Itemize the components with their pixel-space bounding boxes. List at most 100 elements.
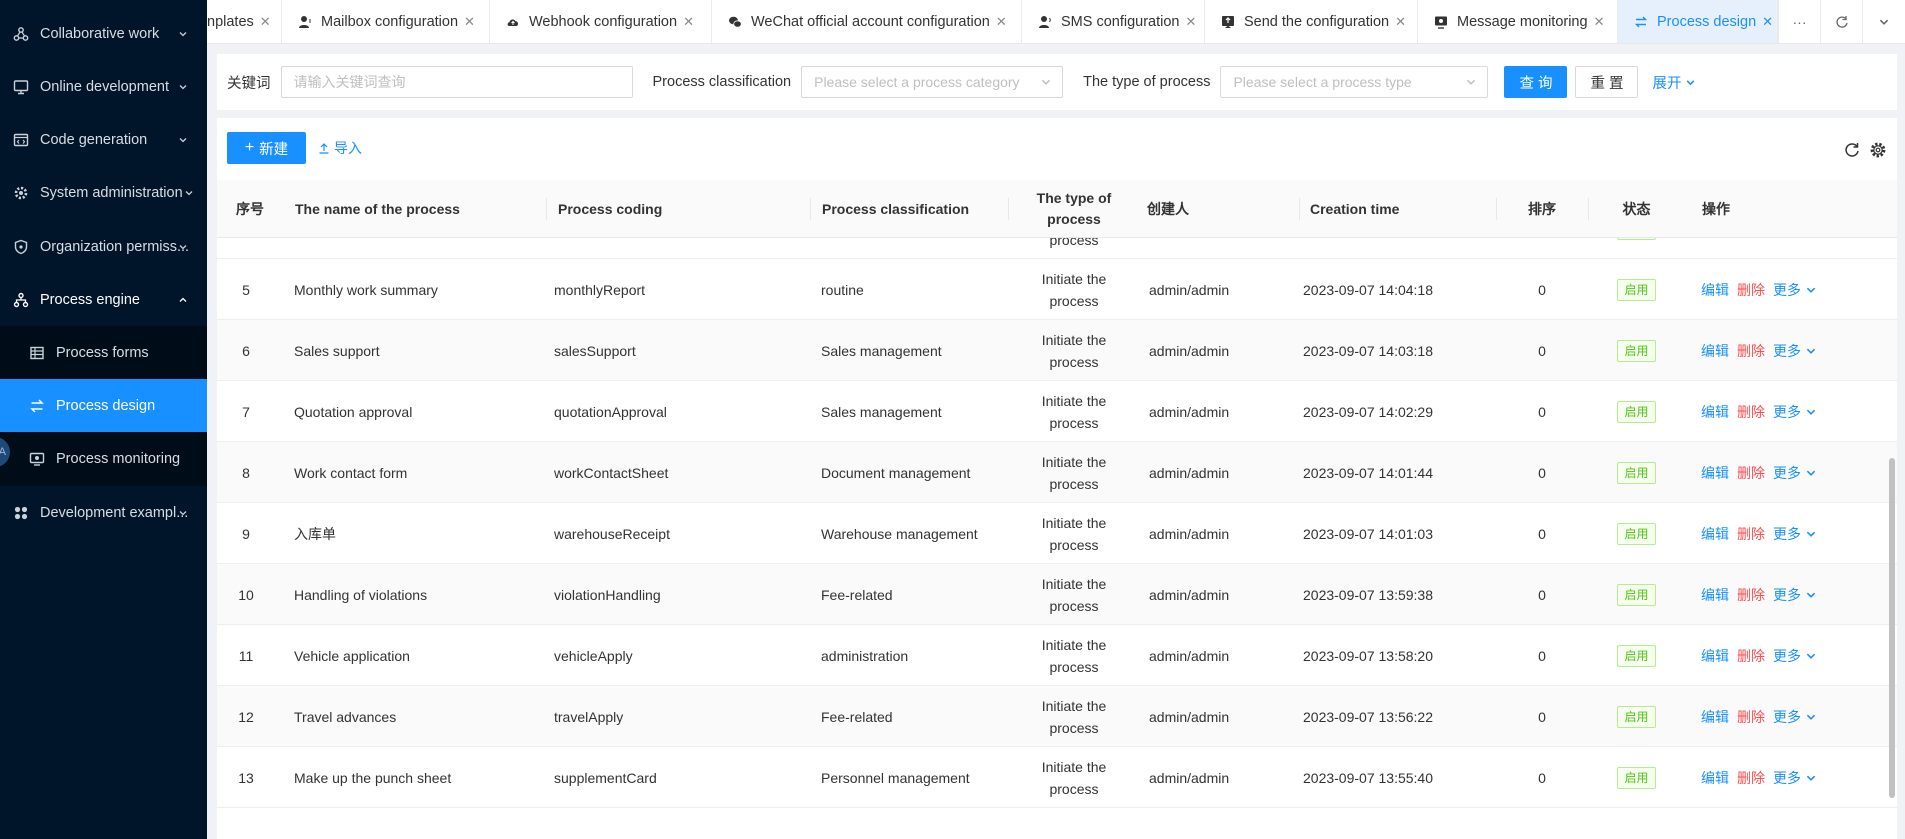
expand-link[interactable]: 展开: [1652, 72, 1696, 93]
delete-link[interactable]: 删除: [1737, 463, 1765, 483]
tab-templates[interactable]: nplates ✕: [207, 0, 282, 43]
import-button[interactable]: 导入: [318, 138, 362, 158]
cell-name: Make up the punch sheet: [294, 769, 452, 786]
tab-sms-configuration[interactable]: SMS configuration ✕: [1022, 0, 1205, 43]
cell-index: 6: [242, 342, 250, 359]
table-row[interactable]: 5 Monthly work summary monthlyReport routin…: [217, 259, 1897, 320]
close-icon[interactable]: ✕: [683, 14, 694, 30]
edit-link[interactable]: 编辑: [1701, 280, 1729, 300]
column-divider: [810, 198, 811, 220]
tab-process-design[interactable]: Process design ✕: [1618, 0, 1778, 43]
cell-type-line1: Initiate the: [1041, 758, 1107, 775]
more-dropdown[interactable]: 更多: [1773, 585, 1817, 605]
sidebar-item-process-monitoring[interactable]: Process monitoring: [0, 432, 207, 485]
edit-link[interactable]: 编辑: [1701, 707, 1729, 727]
more-dropdown[interactable]: 更多: [1773, 524, 1817, 544]
close-icon[interactable]: ✕: [1762, 14, 1773, 30]
tab-dropdown-button[interactable]: [1862, 0, 1904, 43]
delete-link[interactable]: 删除: [1737, 707, 1765, 727]
chevron-down-icon: [1042, 79, 1051, 85]
delete-link[interactable]: 删除: [1737, 646, 1765, 666]
more-dropdown[interactable]: 更多: [1773, 402, 1817, 422]
query-button[interactable]: 查 询: [1504, 66, 1568, 98]
sidebar-item-process-engine[interactable]: Process engine: [0, 273, 207, 326]
delete-link[interactable]: 删除: [1737, 238, 1765, 239]
tab-message-monitoring[interactable]: Message monitoring ✕: [1418, 0, 1618, 43]
close-icon[interactable]: ✕: [1185, 14, 1196, 30]
tab-more-button[interactable]: ···: [1778, 0, 1820, 43]
cell-type: Initiate the process: [1016, 564, 1132, 625]
more-dropdown[interactable]: 更多: [1773, 238, 1817, 239]
sidebar-item-development-examples[interactable]: Development exampl...: [0, 486, 207, 539]
tab-mailbox-configuration[interactable]: Mailbox configuration ✕: [282, 0, 490, 43]
more-icon: ···: [1792, 13, 1807, 30]
table-row[interactable]: 9 入库单 warehouseReceipt Warehouse management…: [217, 503, 1897, 564]
cell-type-line1: Initiate the: [1041, 331, 1107, 348]
cell-sort: 0: [1538, 281, 1546, 298]
cell-status: 启用: [1589, 259, 1684, 320]
cell-code: workContactSheet: [554, 464, 669, 481]
tab-webhook-configuration[interactable]: Webhook configuration ✕: [490, 0, 712, 43]
settings-icon[interactable]: [1869, 141, 1887, 159]
more-dropdown[interactable]: 更多: [1773, 707, 1817, 727]
cell-type-line1: Initiate the: [1041, 636, 1107, 653]
refresh-icon[interactable]: [1843, 141, 1861, 159]
header-status: 状态: [1622, 201, 1651, 217]
table-row[interactable]: 12 Travel advances travelApply Fee-related I…: [217, 686, 1897, 747]
header-sort: 排序: [1528, 201, 1556, 217]
tab-refresh-button[interactable]: [1820, 0, 1862, 43]
close-icon[interactable]: ✕: [996, 14, 1007, 30]
more-dropdown[interactable]: 更多: [1773, 646, 1817, 666]
table-row[interactable]: 10 Handling of violations violationHandlin…: [217, 564, 1897, 625]
sidebar-item-online-development[interactable]: Online development: [0, 60, 207, 113]
tab-send-the-configuration[interactable]: Send the configuration ✕: [1205, 0, 1418, 43]
table-scrollbar[interactable]: [1889, 458, 1895, 798]
cell-sort: 0: [1538, 708, 1546, 725]
sidebar-item-system-administration[interactable]: System administration: [0, 166, 207, 219]
tab-wechat-official-account-configuration[interactable]: WeChat official account configuration ✕: [712, 0, 1022, 43]
sidebar-item-code-generation[interactable]: Code generation: [0, 113, 207, 166]
table-row[interactable]: 6 Sales support salesSupport Sales manageme…: [217, 320, 1897, 381]
edit-link[interactable]: 编辑: [1701, 585, 1729, 605]
close-icon[interactable]: ✕: [464, 14, 475, 30]
classification-select[interactable]: Please select a process category: [801, 66, 1064, 98]
reset-button[interactable]: 重 置: [1575, 66, 1639, 98]
more-dropdown[interactable]: 更多: [1773, 768, 1817, 788]
table-row[interactable]: 8 Work contact form workContactSheet Docume…: [217, 442, 1897, 503]
sidebar-item-process-design[interactable]: Process design: [0, 379, 207, 432]
edit-link[interactable]: 编辑: [1701, 768, 1729, 788]
delete-link[interactable]: 删除: [1737, 341, 1765, 361]
delete-link[interactable]: 删除: [1737, 585, 1765, 605]
close-icon[interactable]: ✕: [260, 14, 271, 30]
edit-link[interactable]: 编辑: [1701, 524, 1729, 544]
sidebar-item-collaborative-work[interactable]: Collaborative work: [0, 7, 207, 60]
more-dropdown[interactable]: 更多: [1773, 463, 1817, 483]
delete-link[interactable]: 删除: [1737, 768, 1765, 788]
edit-link[interactable]: 编辑: [1701, 402, 1729, 422]
edit-link[interactable]: 编辑: [1701, 646, 1729, 666]
more-label: 更多: [1773, 708, 1801, 725]
chevron-down-icon: [1806, 653, 1816, 659]
edit-link[interactable]: 编辑: [1701, 341, 1729, 361]
edit-link[interactable]: 编辑: [1701, 463, 1729, 483]
new-button[interactable]: + 新建: [227, 132, 306, 164]
cell-type-line1: Initiate the: [1041, 270, 1107, 287]
delete-link[interactable]: 删除: [1737, 402, 1765, 422]
close-icon[interactable]: ✕: [1594, 14, 1605, 30]
keyword-input[interactable]: 请输入关键词查询: [280, 66, 633, 98]
more-label: 更多: [1773, 769, 1801, 786]
more-dropdown[interactable]: 更多: [1773, 341, 1817, 361]
table-row[interactable]: 13 Make up the punch sheet supplementCard P…: [217, 747, 1897, 808]
cell-created: 2023-09-07 14:03:18: [1303, 342, 1433, 359]
edit-link[interactable]: 编辑: [1701, 238, 1729, 239]
table-row[interactable]: 7 Quotation approval quotationApproval Sale…: [217, 381, 1897, 442]
delete-link[interactable]: 删除: [1737, 524, 1765, 544]
sidebar-item-organization-permissions[interactable]: Organization permiss...: [0, 220, 207, 273]
more-dropdown[interactable]: 更多: [1773, 280, 1817, 300]
delete-link[interactable]: 删除: [1737, 280, 1765, 300]
type-select[interactable]: Please select a process type: [1220, 66, 1489, 98]
close-icon[interactable]: ✕: [1395, 14, 1406, 30]
table-row[interactable]: 4 Contract invoicing conBilling Contract ma…: [217, 238, 1897, 259]
table-row[interactable]: 11 Vehicle application vehicleApply adminis…: [217, 625, 1897, 686]
sidebar-item-process-forms[interactable]: Process forms: [0, 326, 207, 379]
